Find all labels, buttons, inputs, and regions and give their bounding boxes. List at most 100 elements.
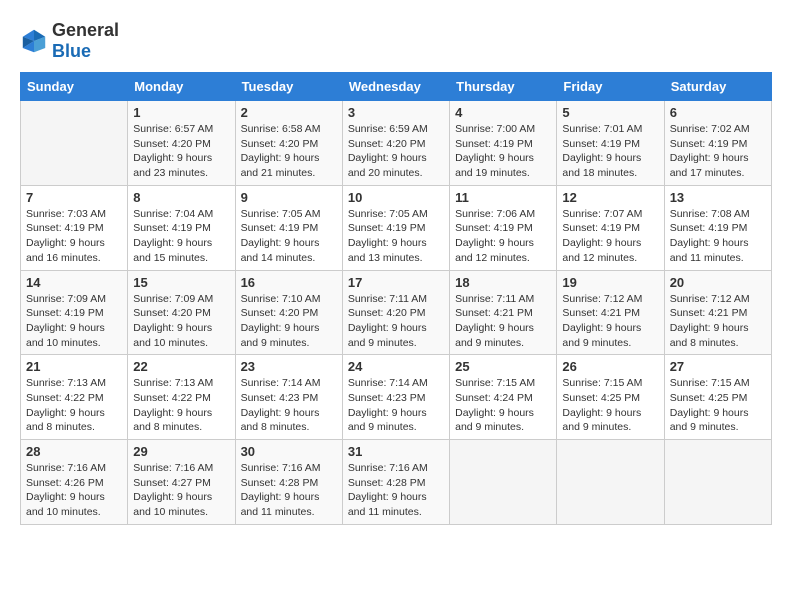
day-info: Sunrise: 7:10 AM Sunset: 4:20 PM Dayligh…	[241, 292, 337, 351]
calendar-cell: 22 Sunrise: 7:13 AM Sunset: 4:22 PM Dayli…	[128, 355, 235, 440]
calendar-cell: 2 Sunrise: 6:58 AM Sunset: 4:20 PM Daylig…	[235, 101, 342, 186]
day-info: Sunrise: 7:07 AM Sunset: 4:19 PM Dayligh…	[562, 207, 658, 266]
calendar-cell	[450, 440, 557, 525]
calendar-week-4: 21 Sunrise: 7:13 AM Sunset: 4:22 PM Dayli…	[21, 355, 772, 440]
day-number: 15	[133, 275, 229, 290]
day-number: 1	[133, 105, 229, 120]
calendar-week-2: 7 Sunrise: 7:03 AM Sunset: 4:19 PM Daylig…	[21, 185, 772, 270]
day-number: 21	[26, 359, 122, 374]
calendar-cell	[557, 440, 664, 525]
calendar-cell: 10 Sunrise: 7:05 AM Sunset: 4:19 PM Dayli…	[342, 185, 449, 270]
day-number: 26	[562, 359, 658, 374]
calendar-cell: 12 Sunrise: 7:07 AM Sunset: 4:19 PM Dayli…	[557, 185, 664, 270]
calendar-cell: 17 Sunrise: 7:11 AM Sunset: 4:20 PM Dayli…	[342, 270, 449, 355]
calendar-cell: 26 Sunrise: 7:15 AM Sunset: 4:25 PM Dayli…	[557, 355, 664, 440]
day-number: 28	[26, 444, 122, 459]
day-number: 10	[348, 190, 444, 205]
calendar-cell: 27 Sunrise: 7:15 AM Sunset: 4:25 PM Dayli…	[664, 355, 771, 440]
day-info: Sunrise: 7:16 AM Sunset: 4:26 PM Dayligh…	[26, 461, 122, 520]
day-number: 4	[455, 105, 551, 120]
calendar-cell	[21, 101, 128, 186]
day-number: 23	[241, 359, 337, 374]
day-info: Sunrise: 7:13 AM Sunset: 4:22 PM Dayligh…	[133, 376, 229, 435]
day-number: 3	[348, 105, 444, 120]
calendar-cell: 7 Sunrise: 7:03 AM Sunset: 4:19 PM Daylig…	[21, 185, 128, 270]
calendar-cell: 11Sunrise: 7:06 AM Sunset: 4:19 PM Dayli…	[450, 185, 557, 270]
day-info: Sunrise: 7:13 AM Sunset: 4:22 PM Dayligh…	[26, 376, 122, 435]
calendar-cell: 3 Sunrise: 6:59 AM Sunset: 4:20 PM Daylig…	[342, 101, 449, 186]
calendar-cell: 30 Sunrise: 7:16 AM Sunset: 4:28 PM Dayli…	[235, 440, 342, 525]
logo: General Blue	[20, 20, 119, 62]
day-number: 19	[562, 275, 658, 290]
calendar-cell: 31 Sunrise: 7:16 AM Sunset: 4:28 PM Dayli…	[342, 440, 449, 525]
weekday-header-saturday: Saturday	[664, 73, 771, 101]
weekday-header-wednesday: Wednesday	[342, 73, 449, 101]
day-number: 31	[348, 444, 444, 459]
day-number: 14	[26, 275, 122, 290]
calendar-cell: 20 Sunrise: 7:12 AM Sunset: 4:21 PM Dayli…	[664, 270, 771, 355]
day-info: Sunrise: 7:15 AM Sunset: 4:25 PM Dayligh…	[562, 376, 658, 435]
calendar-week-5: 28 Sunrise: 7:16 AM Sunset: 4:26 PM Dayli…	[21, 440, 772, 525]
day-number: 30	[241, 444, 337, 459]
day-number: 13	[670, 190, 766, 205]
day-number: 11	[455, 190, 551, 205]
weekday-header-friday: Friday	[557, 73, 664, 101]
calendar-cell: 4 Sunrise: 7:00 AM Sunset: 4:19 PM Daylig…	[450, 101, 557, 186]
page-header: General Blue	[20, 20, 772, 62]
calendar-table: SundayMondayTuesdayWednesdayThursdayFrid…	[20, 72, 772, 525]
day-info: Sunrise: 7:09 AM Sunset: 4:19 PM Dayligh…	[26, 292, 122, 351]
day-info: Sunrise: 7:08 AM Sunset: 4:19 PM Dayligh…	[670, 207, 766, 266]
calendar-cell: 9 Sunrise: 7:05 AM Sunset: 4:19 PM Daylig…	[235, 185, 342, 270]
day-number: 22	[133, 359, 229, 374]
day-info: Sunrise: 7:12 AM Sunset: 4:21 PM Dayligh…	[670, 292, 766, 351]
day-info: Sunrise: 7:11 AM Sunset: 4:20 PM Dayligh…	[348, 292, 444, 351]
day-info: Sunrise: 7:02 AM Sunset: 4:19 PM Dayligh…	[670, 122, 766, 181]
day-info: Sunrise: 7:15 AM Sunset: 4:24 PM Dayligh…	[455, 376, 551, 435]
day-number: 9	[241, 190, 337, 205]
day-info: Sunrise: 7:05 AM Sunset: 4:19 PM Dayligh…	[241, 207, 337, 266]
day-number: 24	[348, 359, 444, 374]
calendar-cell: 21 Sunrise: 7:13 AM Sunset: 4:22 PM Dayli…	[21, 355, 128, 440]
day-number: 7	[26, 190, 122, 205]
day-info: Sunrise: 7:14 AM Sunset: 4:23 PM Dayligh…	[348, 376, 444, 435]
day-info: Sunrise: 6:59 AM Sunset: 4:20 PM Dayligh…	[348, 122, 444, 181]
day-info: Sunrise: 7:16 AM Sunset: 4:28 PM Dayligh…	[241, 461, 337, 520]
logo-text: General Blue	[52, 20, 119, 62]
day-number: 5	[562, 105, 658, 120]
day-info: Sunrise: 7:16 AM Sunset: 4:28 PM Dayligh…	[348, 461, 444, 520]
day-number: 6	[670, 105, 766, 120]
calendar-cell: 5Sunrise: 7:01 AM Sunset: 4:19 PM Daylig…	[557, 101, 664, 186]
day-info: Sunrise: 6:57 AM Sunset: 4:20 PM Dayligh…	[133, 122, 229, 181]
calendar-cell: 8 Sunrise: 7:04 AM Sunset: 4:19 PM Daylig…	[128, 185, 235, 270]
weekday-header-tuesday: Tuesday	[235, 73, 342, 101]
day-number: 17	[348, 275, 444, 290]
day-info: Sunrise: 7:00 AM Sunset: 4:19 PM Dayligh…	[455, 122, 551, 181]
calendar-cell: 16 Sunrise: 7:10 AM Sunset: 4:20 PM Dayli…	[235, 270, 342, 355]
day-info: Sunrise: 7:04 AM Sunset: 4:19 PM Dayligh…	[133, 207, 229, 266]
day-info: Sunrise: 7:15 AM Sunset: 4:25 PM Dayligh…	[670, 376, 766, 435]
day-number: 20	[670, 275, 766, 290]
calendar-cell: 18 Sunrise: 7:11 AM Sunset: 4:21 PM Dayli…	[450, 270, 557, 355]
day-number: 12	[562, 190, 658, 205]
day-number: 27	[670, 359, 766, 374]
weekday-header-sunday: Sunday	[21, 73, 128, 101]
day-number: 16	[241, 275, 337, 290]
day-info: Sunrise: 7:11 AM Sunset: 4:21 PM Dayligh…	[455, 292, 551, 351]
calendar-cell: 1 Sunrise: 6:57 AM Sunset: 4:20 PM Daylig…	[128, 101, 235, 186]
day-number: 2	[241, 105, 337, 120]
day-number: 25	[455, 359, 551, 374]
day-number: 8	[133, 190, 229, 205]
calendar-cell: 6 Sunrise: 7:02 AM Sunset: 4:19 PM Daylig…	[664, 101, 771, 186]
day-info: Sunrise: 7:05 AM Sunset: 4:19 PM Dayligh…	[348, 207, 444, 266]
logo-icon	[20, 27, 48, 55]
calendar-cell: 15Sunrise: 7:09 AM Sunset: 4:20 PM Dayli…	[128, 270, 235, 355]
day-number: 18	[455, 275, 551, 290]
weekday-header-row: SundayMondayTuesdayWednesdayThursdayFrid…	[21, 73, 772, 101]
calendar-week-1: 1 Sunrise: 6:57 AM Sunset: 4:20 PM Daylig…	[21, 101, 772, 186]
calendar-cell	[664, 440, 771, 525]
day-number: 29	[133, 444, 229, 459]
day-info: Sunrise: 6:58 AM Sunset: 4:20 PM Dayligh…	[241, 122, 337, 181]
day-info: Sunrise: 7:03 AM Sunset: 4:19 PM Dayligh…	[26, 207, 122, 266]
calendar-cell: 14 Sunrise: 7:09 AM Sunset: 4:19 PM Dayli…	[21, 270, 128, 355]
weekday-header-monday: Monday	[128, 73, 235, 101]
